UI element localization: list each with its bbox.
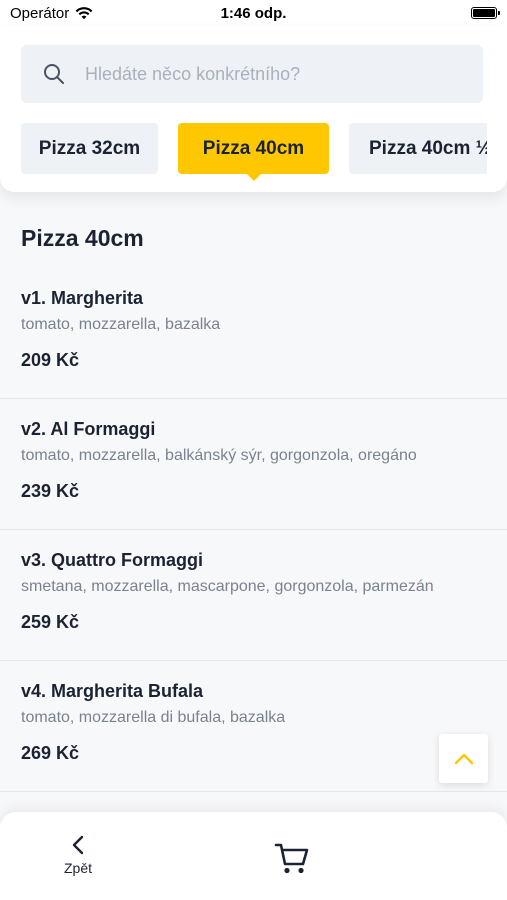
tab-label: Pizza 40cm [202,137,305,159]
status-bar: Operátor 1:46 odp. [0,0,507,26]
wifi-icon [75,7,93,20]
header-card: Pizza 32cm Pizza 40cm Pizza 40cm ½ [0,26,507,192]
battery-icon [471,7,500,19]
chevron-up-icon [454,753,473,764]
menu-list: v1. Margherita tomato, mozzarella, bazal… [0,268,507,812]
item-price: 239 Kč [21,481,80,501]
bottom-nav: Zpět [0,812,507,900]
category-tabs: Pizza 32cm Pizza 40cm Pizza 40cm ½ [21,123,487,183]
cart-button[interactable] [272,838,312,878]
item-name: v3. Quattro Formaggi [21,550,204,570]
back-label: Zpět [63,860,92,876]
section-title: Pizza 40cm [21,225,144,251]
menu-item[interactable]: v1. Margherita tomato, mozzarella, bazal… [0,268,507,399]
item-price: 259 Kč [21,612,80,632]
item-description: tomato, mozzarella, bazalka [21,316,221,333]
item-name: v1. Margherita [21,288,144,308]
search-box[interactable] [21,45,483,103]
menu-content[interactable]: Pizza 40cm v1. Margherita tomato, mozzar… [0,192,507,812]
item-description: tomato, mozzarella, balkánský sýr, gorgo… [21,447,417,464]
tab-label: Pizza 40cm ½ [369,137,487,159]
tab-pizza-40cm[interactable]: Pizza 40cm [178,123,329,181]
cart-icon [274,843,309,874]
menu-item[interactable]: v2. Al Formaggi tomato, mozzarella, balk… [0,399,507,530]
menu-item[interactable] [0,792,507,812]
tab-pizza-32cm[interactable]: Pizza 32cm [21,123,158,174]
tab-label: Pizza 32cm [38,137,141,159]
chevron-left-icon [72,835,84,855]
item-name: v4. Margherita Bufala [21,681,204,701]
back-button[interactable]: Zpět [56,834,100,876]
tab-pizza-40cm-half[interactable]: Pizza 40cm ½ [349,123,487,174]
search-icon [44,64,64,84]
search-input[interactable] [85,63,465,85]
item-description: tomato, mozzarella di bufala, bazalka [21,709,286,726]
item-price: 209 Kč [21,350,80,370]
carrier-label: Operátor [10,4,70,22]
item-description: smetana, mozzarella, mascarpone, gorgonz… [21,578,434,595]
item-price: 269 Kč [21,743,80,763]
status-left: Operátor [10,5,93,22]
menu-item[interactable]: v4. Margherita Bufala tomato, mozzarella… [0,661,507,792]
scroll-top-button[interactable] [439,734,488,783]
item-name: v2. Al Formaggi [21,419,156,439]
menu-item[interactable]: v3. Quattro Formaggi smetana, mozzarella… [0,530,507,661]
